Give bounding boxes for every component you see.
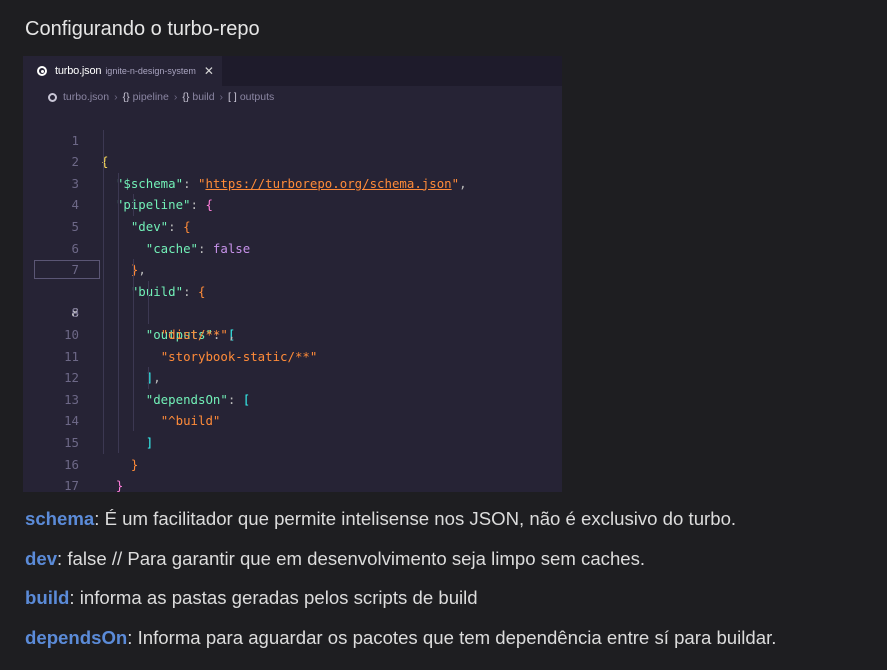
note-dependson: dependsOn: Informa para aguardar os paco… [25, 625, 776, 665]
breadcrumb-item-build[interactable]: build [192, 91, 214, 103]
breadcrumb-item-pipeline[interactable]: pipeline [133, 91, 169, 103]
object-icon: {} [182, 91, 190, 103]
note-description: : informa as pastas geradas pelos script… [69, 587, 478, 608]
json-file-icon [37, 66, 47, 76]
indent-guide [148, 280, 149, 324]
chevron-right-icon: › [173, 91, 178, 103]
note-build: build: informa as pastas geradas pelos s… [25, 585, 776, 625]
active-line-highlight [34, 260, 100, 280]
chevron-right-icon: › [114, 91, 118, 103]
breadcrumb: turbo.json › {} pipeline › {} build › [ … [23, 86, 562, 108]
note-term: schema [25, 508, 95, 529]
close-icon[interactable]: ✕ [204, 64, 214, 78]
note-term: dependsOn [25, 626, 128, 648]
indent-guide [103, 129, 104, 454]
indent-guide [133, 259, 134, 432]
tab-file-name: turbo.json [55, 65, 102, 77]
line-code: } [115, 478, 124, 492]
line-number: 17 [64, 478, 79, 492]
chevron-right-icon: › [219, 91, 224, 103]
code-line: 1 { [23, 108, 562, 170]
object-icon: {} [122, 91, 130, 103]
indent-guide [148, 367, 149, 390]
page-title: Configurando o turbo-repo [25, 18, 260, 40]
code-line: 17 } [23, 454, 562, 492]
note-description: : false // Para garantir que em desenvol… [57, 547, 646, 569]
indent-guide [133, 194, 134, 217]
note-description: : Informa para aguardar os pacotes que t… [127, 626, 777, 648]
array-icon: [ ] [228, 91, 237, 103]
tab-bar: turbo.json ignite-n-design-system ✕ [23, 56, 562, 86]
note-term: build [25, 587, 70, 608]
note-term: dev [25, 547, 58, 569]
notes-list: schema: É um facilitador que permite int… [25, 506, 776, 664]
breadcrumb-file[interactable]: turbo.json [63, 91, 109, 103]
note-description: : É um facilitador que permite intelisen… [94, 508, 737, 529]
note-dev: dev: false // Para garantir que em desen… [25, 546, 776, 586]
breadcrumb-item-outputs[interactable]: outputs [240, 91, 274, 103]
code-editor-screenshot: turbo.json ignite-n-design-system ✕ turb… [23, 56, 562, 492]
json-file-icon [48, 92, 57, 102]
code-area[interactable]: 1 { 2 "$schema": "https://turborepo.org/… [23, 108, 562, 492]
note-schema: schema: É um facilitador que permite int… [25, 506, 776, 546]
indent-guide [118, 172, 119, 453]
tab-description: ignite-n-design-system [105, 66, 196, 76]
tab-turbo-json[interactable]: turbo.json ignite-n-design-system ✕ [23, 56, 222, 86]
